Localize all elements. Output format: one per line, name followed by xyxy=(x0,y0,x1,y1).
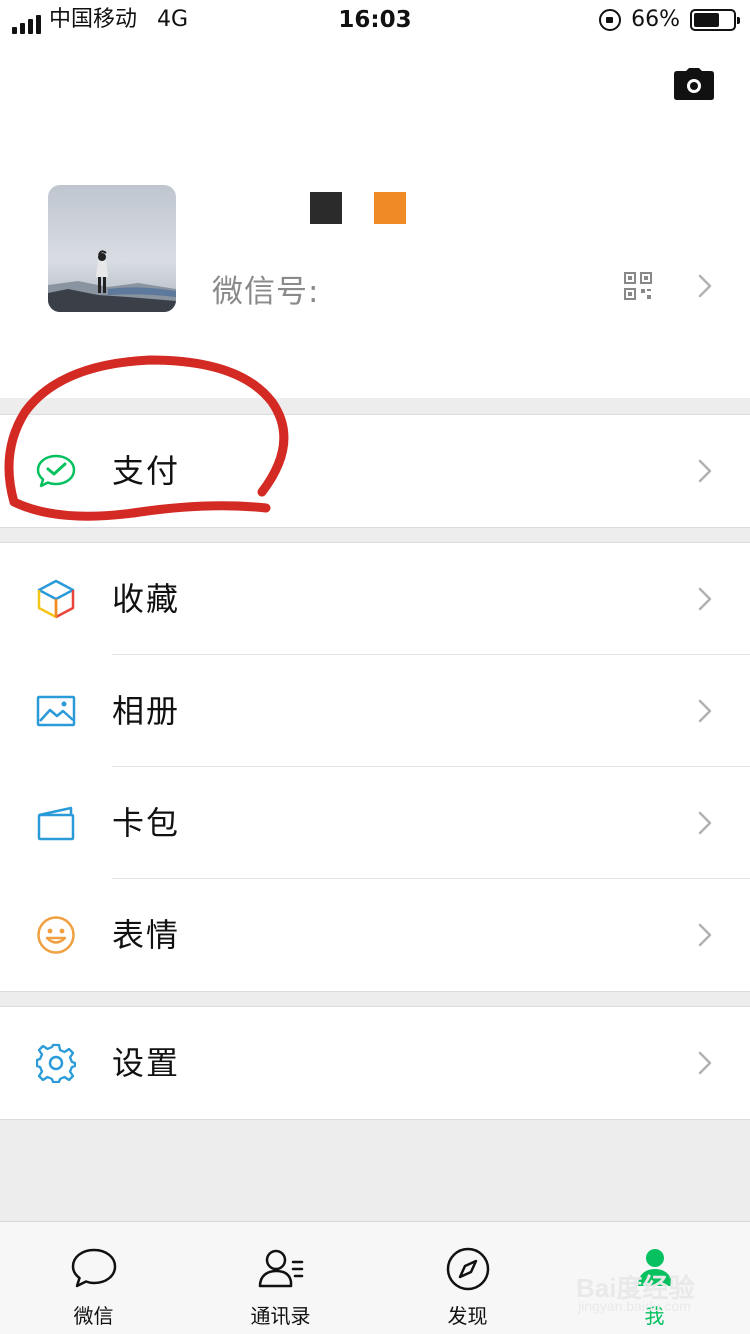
menu-item-stickers[interactable]: 表情 xyxy=(0,879,750,991)
nickname-block xyxy=(310,192,342,224)
nickname-block xyxy=(374,192,406,224)
battery-percent: 66% xyxy=(631,7,680,32)
menu-item-label: 设置 xyxy=(112,1044,181,1082)
album-icon xyxy=(36,695,76,727)
avatar[interactable] xyxy=(48,185,176,312)
contacts-icon xyxy=(258,1249,303,1288)
menu-item-favorites[interactable]: 收藏 xyxy=(0,543,750,655)
menu-item-album[interactable]: 相册 xyxy=(0,655,750,767)
gear-icon xyxy=(36,1043,76,1083)
profile-header[interactable]: 微信号: xyxy=(0,40,750,398)
tab-chats[interactable]: 微信 xyxy=(0,1222,187,1334)
menu-item-settings[interactable]: 设置 xyxy=(0,1007,750,1119)
favorites-cube-icon xyxy=(37,579,75,619)
qr-code-icon[interactable] xyxy=(624,272,652,300)
wechat-pay-icon xyxy=(36,454,76,488)
chevron-right-icon xyxy=(698,811,712,835)
menu-item-label: 表情 xyxy=(112,916,181,954)
tab-discover[interactable]: 发现 xyxy=(374,1222,561,1334)
settings-group: 设置 xyxy=(0,1006,750,1120)
compass-icon xyxy=(446,1247,489,1291)
chevron-right-icon xyxy=(698,699,712,723)
nickname xyxy=(310,192,406,224)
camera-icon[interactable] xyxy=(674,68,714,100)
smiley-icon xyxy=(37,916,75,954)
battery-icon xyxy=(690,9,740,31)
chevron-right-icon xyxy=(698,274,712,298)
card-wallet-icon xyxy=(37,806,75,841)
chevron-right-icon xyxy=(698,459,712,483)
tab-label: 微信 xyxy=(73,1304,114,1328)
status-bar: 中国移动 4G 16:03 66% xyxy=(0,0,750,40)
tab-label: 通讯录 xyxy=(250,1304,311,1328)
pay-group: 支付 xyxy=(0,414,750,528)
features-group: 收藏 相册 卡包 表情 xyxy=(0,542,750,992)
tab-label: 发现 xyxy=(447,1304,488,1328)
chevron-right-icon xyxy=(698,1051,712,1075)
chevron-right-icon xyxy=(698,923,712,947)
menu-item-cards[interactable]: 卡包 xyxy=(0,767,750,879)
chevron-right-icon xyxy=(698,587,712,611)
menu-item-label: 卡包 xyxy=(112,804,181,842)
chat-bubble-icon xyxy=(71,1248,116,1288)
watermark-url: jingyan.baidu.com xyxy=(578,1298,691,1314)
wechat-id-label: 微信号: xyxy=(212,274,320,310)
menu-item-label: 支付 xyxy=(112,452,181,490)
rotation-lock-icon xyxy=(599,9,622,31)
menu-item-pay[interactable]: 支付 xyxy=(0,415,750,527)
tab-contacts[interactable]: 通讯录 xyxy=(187,1222,374,1334)
menu-item-label: 收藏 xyxy=(112,580,181,618)
menu-item-label: 相册 xyxy=(112,692,181,730)
